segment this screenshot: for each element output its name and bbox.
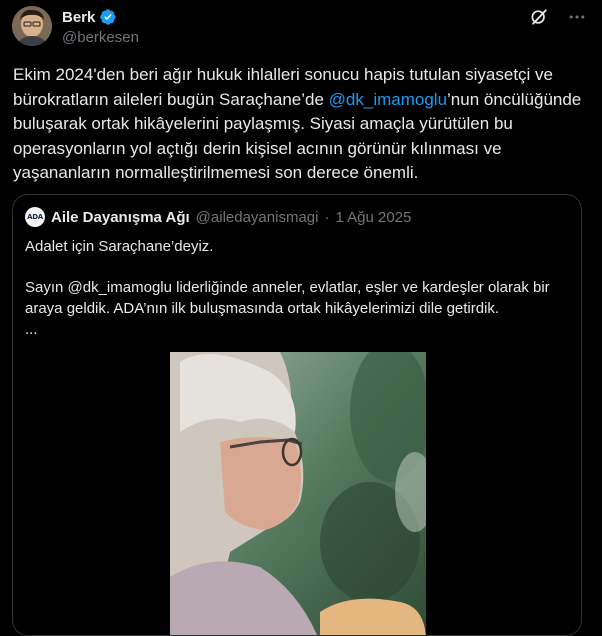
quoted-handle[interactable]: @ailedayanismagi [196, 209, 319, 226]
quoted-avatar-text: ADA [27, 213, 43, 221]
quoted-avatar[interactable]: ADA [25, 207, 45, 227]
author-avatar[interactable] [12, 6, 52, 46]
author-handle[interactable]: @berkesen [62, 29, 139, 46]
tweet[interactable]: Berk @berkesen Ekim 2024'den beri ağır h… [0, 0, 602, 636]
verified-badge-icon [99, 8, 117, 26]
quoted-text: Adalet için Saraçhane’deyiz. Sayın @dk_i… [25, 236, 565, 340]
quoted-separator: · [324, 208, 330, 226]
quoted-line1: Adalet için Saraçhane’deyiz. [25, 238, 214, 255]
quoted-tweet[interactable]: ADA Aile Dayanışma Ağı @ailedayanismagi … [12, 194, 582, 636]
mention-link[interactable]: @dk_imamoglu [329, 90, 447, 109]
quoted-line2: Sayın @dk_imamoglu liderliğinde anneler,… [25, 279, 550, 317]
quoted-date[interactable]: 1 Ağu 2025 [335, 209, 411, 226]
quoted-photo[interactable] [170, 352, 426, 635]
top-actions [528, 6, 588, 28]
more-icon[interactable] [566, 6, 588, 28]
author-name[interactable]: Berk [62, 9, 95, 26]
quoted-header: ADA Aile Dayanışma Ağı @ailedayanismagi … [25, 207, 411, 227]
author-name-row[interactable]: Berk [62, 8, 117, 26]
quoted-name[interactable]: Aile Dayanışma Ağı [51, 209, 190, 226]
grok-icon[interactable] [528, 6, 550, 28]
tweet-text: Ekim 2024'den beri ağır hukuk ihlalleri … [13, 63, 593, 186]
quoted-line3: ... [25, 321, 38, 338]
